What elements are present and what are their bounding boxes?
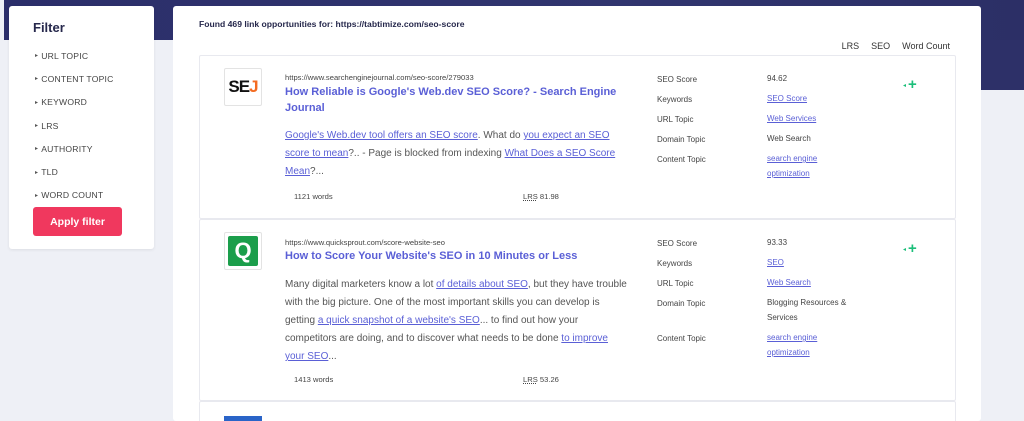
caret-right-icon: ▸ xyxy=(35,53,39,60)
filter-label: WORD COUNT xyxy=(41,190,104,201)
filter-label: LRS xyxy=(41,120,59,131)
filter-label: URL TOPIC xyxy=(41,50,89,61)
domain-topic-label: Domain Topic xyxy=(657,135,706,144)
filter-sidebar: Filter ▸ URL TOPIC ▸ CONTENT TOPIC ▸ KEY… xyxy=(9,6,154,249)
result-title-link[interactable]: How Reliable is Google's Web.dev SEO Sco… xyxy=(285,84,625,116)
filter-tld[interactable]: ▸ TLD xyxy=(35,160,154,183)
header-band-edge xyxy=(980,40,1024,90)
url-topic-link[interactable]: Web Services xyxy=(767,111,867,126)
filter-label: KEYWORD xyxy=(41,97,88,108)
word-count: 1413 words xyxy=(294,375,334,384)
result-actions: ◂ + xyxy=(903,241,917,256)
expand-arrow-icon[interactable]: ◂ xyxy=(903,246,906,253)
caret-right-icon: ▸ xyxy=(35,169,39,176)
filter-label: CONTENT TOPIC xyxy=(41,73,114,84)
snippet-link[interactable]: Google's Web.dev tool offers an SEO scor… xyxy=(285,130,478,141)
lrs-score: LRS 81.98 xyxy=(523,192,559,201)
result-card: SEJ https://www.searchenginejournal.com/… xyxy=(199,55,956,219)
filter-title: Filter xyxy=(33,20,65,35)
filter-label: TLD xyxy=(41,167,59,178)
keywords-link[interactable]: SEO Score xyxy=(767,91,867,106)
keywords-label: Keywords xyxy=(657,95,693,104)
filter-keyword[interactable]: ▸ KEYWORD xyxy=(35,91,154,114)
apply-filter-button[interactable]: Apply filter xyxy=(33,207,122,236)
result-url: https://www.searchenginejournal.com/seo-… xyxy=(285,73,474,82)
domain-topic-label: Domain Topic xyxy=(657,299,706,308)
sort-lrs[interactable]: LRS xyxy=(842,41,860,51)
domain-topic-value: Blogging Resources & Services xyxy=(767,298,847,322)
site-logo: Q xyxy=(224,232,262,270)
result-snippet: Many digital marketers know a lot of det… xyxy=(285,279,627,362)
expand-arrow-icon[interactable]: ◂ xyxy=(903,82,906,89)
add-icon[interactable]: + xyxy=(908,241,917,256)
sort-options: LRS SEO Word Count xyxy=(842,41,950,51)
content-topic-label: Content Topic xyxy=(657,334,706,343)
site-logo: SEJ xyxy=(224,68,262,106)
content-topic-link[interactable]: search engine optimization xyxy=(767,151,847,181)
result-title-link[interactable]: How to Score Your Website's SEO in 10 Mi… xyxy=(285,248,645,264)
lrs-score: LRS 53.26 xyxy=(523,375,559,384)
results-panel: Found 469 link opportunities for: https:… xyxy=(173,6,981,421)
quicksprout-logo-icon: Q xyxy=(228,236,258,266)
result-actions: ◂ + xyxy=(903,77,917,92)
url-topic-label: URL Topic xyxy=(657,115,694,124)
sort-word-count[interactable]: Word Count xyxy=(902,41,950,51)
filter-word-count[interactable]: ▸ WORD COUNT xyxy=(35,184,154,207)
filter-authority[interactable]: ▸ AUTHORITY xyxy=(35,137,154,160)
result-url: https://www.quicksprout.com/score-websit… xyxy=(285,238,445,247)
snippet-link[interactable]: of details about SEO xyxy=(436,279,528,290)
caret-right-icon: ▸ xyxy=(35,76,39,83)
sort-seo[interactable]: SEO xyxy=(871,41,890,51)
results-summary: Found 469 link opportunities for: https:… xyxy=(199,19,465,29)
site-logo xyxy=(224,416,262,421)
url-topic-label: URL Topic xyxy=(657,279,694,288)
seo-score-label: SEO Score xyxy=(657,75,698,84)
add-icon[interactable]: + xyxy=(908,77,917,92)
seo-score-value: 94.62 xyxy=(767,74,788,83)
filter-lrs[interactable]: ▸ LRS xyxy=(35,114,154,137)
content-topic-link[interactable]: search engine optimization xyxy=(767,330,847,360)
keywords-label: Keywords xyxy=(657,259,693,268)
filter-url-topic[interactable]: ▸ URL TOPIC xyxy=(35,44,154,67)
result-card xyxy=(199,401,956,421)
caret-right-icon: ▸ xyxy=(35,192,39,199)
seo-score-value: 93.33 xyxy=(767,238,788,247)
seo-score-label: SEO Score xyxy=(657,239,698,248)
caret-right-icon: ▸ xyxy=(35,99,39,106)
result-snippet: Google's Web.dev tool offers an SEO scor… xyxy=(285,130,616,177)
snippet-link[interactable]: a quick snapshot of a website's SEO xyxy=(318,315,480,326)
result-card: Q https://www.quicksprout.com/score-webs… xyxy=(199,219,956,401)
filter-label: AUTHORITY xyxy=(41,143,93,154)
caret-right-icon: ▸ xyxy=(35,123,39,130)
caret-right-icon: ▸ xyxy=(35,146,39,153)
word-count: 1121 words xyxy=(294,192,333,201)
content-topic-label: Content Topic xyxy=(657,155,706,164)
sej-logo-icon: SEJ xyxy=(228,77,258,96)
url-topic-link[interactable]: Web Search xyxy=(767,275,867,290)
keywords-link[interactable]: SEO xyxy=(767,255,867,270)
filter-content-topic[interactable]: ▸ CONTENT TOPIC xyxy=(35,67,154,90)
domain-topic-value: Web Search xyxy=(767,134,811,143)
